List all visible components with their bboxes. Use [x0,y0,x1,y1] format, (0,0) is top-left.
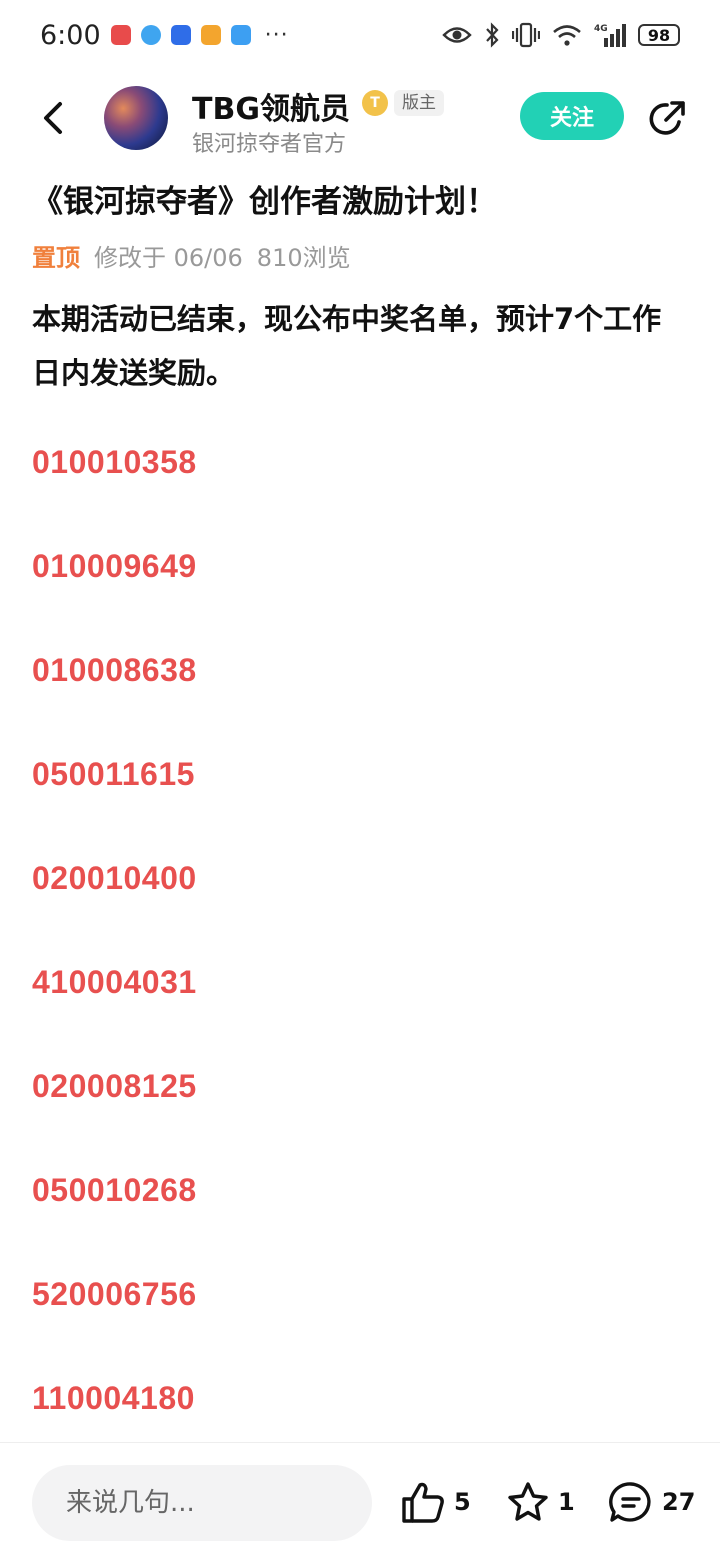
winner-id: 010010358 [32,444,197,480]
status-left: 6:00 ··· [40,20,289,51]
winner-id: 410004031 [32,964,197,1000]
thumbs-up-icon [402,1482,444,1523]
avatar[interactable] [104,86,168,150]
pinned-tag: 置顶 [32,244,80,272]
app-notification-icon [170,25,191,45]
follow-button[interactable]: 关注 [520,92,624,140]
favorite-button[interactable]: 1 [506,1479,575,1525]
post-screen: 6:00 ··· 4G 98 TBG领航员 T 版主 银河掠夺者官方 关注 《银… [0,0,720,1560]
vibrate-icon [512,22,540,48]
winner-id: 010009649 [32,548,197,584]
comments-button[interactable]: 27 [608,1479,695,1525]
winner-id: 050010268 [32,1172,197,1208]
battery-indicator: 98 [638,24,680,46]
author-name[interactable]: TBG领航员 [192,84,350,128]
bottom-action-bar: 来说几句... 5 1 27 [0,1442,720,1560]
status-right: 4G 98 [442,22,680,48]
like-button[interactable]: 5 [400,1479,471,1525]
more-notifications-icon: ··· [264,22,289,48]
comment-count: 27 [662,1488,696,1516]
star-icon [508,1482,548,1521]
status-bar: 6:00 ··· 4G 98 [0,0,720,70]
view-count: 810浏览 [256,244,351,272]
moderator-coin-icon: T [362,90,388,116]
status-time: 6:00 [40,19,101,51]
app-notification-icon [200,25,221,45]
eye-icon [442,27,472,43]
winner-id: 010008638 [32,652,197,688]
bluetooth-icon [486,22,499,48]
like-count: 5 [454,1488,471,1516]
share-icon[interactable] [646,98,688,140]
network-label: 4G [594,24,608,34]
winner-id: 520006756 [32,1276,197,1312]
post-intro: 本期活动已结束，现公布中奖名单，预计7个工作日内发送奖励。 [32,302,662,390]
wifi-icon [553,25,581,46]
app-notification-icon [110,25,131,45]
post-meta: 置顶 修改于 06/06 810浏览 [32,238,351,273]
winner-id: 110004180 [32,1380,195,1416]
author-subtitle: 银河掠夺者官方 [192,132,347,157]
winner-id: 020008125 [32,1068,197,1104]
winner-id: 050011615 [32,756,195,792]
app-notification-icon [230,25,251,45]
winner-id: 020010400 [32,860,197,896]
back-arrow-icon[interactable] [36,98,72,138]
post-header: TBG领航员 T 版主 银河掠夺者官方 关注 [0,80,720,157]
signal-icon: 4G [594,24,626,47]
comment-bubble-icon [609,1482,651,1522]
modified-date: 修改于 06/06 [94,244,243,272]
comment-input[interactable]: 来说几句... [32,1465,372,1541]
favorite-count: 1 [558,1488,575,1516]
app-notification-icon [140,25,161,45]
role-badge: 版主 [394,90,444,116]
post-title: 《银河掠夺者》创作者激励计划！ [32,184,497,220]
